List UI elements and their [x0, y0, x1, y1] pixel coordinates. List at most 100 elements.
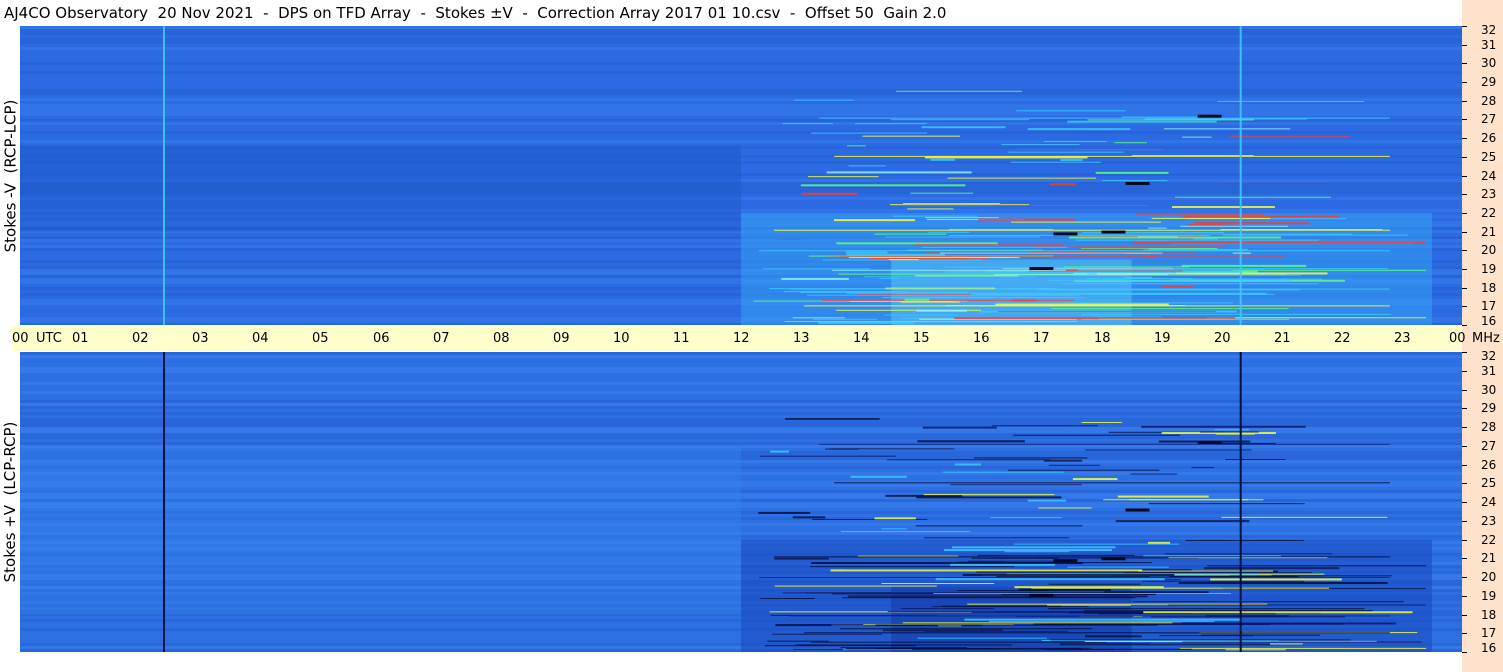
- mhz-tick-label: 20: [1481, 570, 1497, 584]
- streak: [941, 605, 1062, 607]
- utc-tick-label: 23: [1394, 331, 1411, 346]
- streak: [1062, 283, 1319, 285]
- band: [20, 412, 1462, 415]
- streak: [818, 321, 915, 324]
- band: [20, 421, 1462, 424]
- mhz-tick-label: 31: [1481, 364, 1497, 378]
- mhz-tick-mark: [1462, 465, 1467, 466]
- mhz-tick-label: 17: [1481, 299, 1497, 313]
- streak: [1200, 431, 1259, 433]
- streak: [891, 119, 1030, 121]
- band: [20, 29, 1462, 32]
- band: [20, 415, 1462, 418]
- mhz-tick-mark: [1462, 352, 1467, 353]
- streak: [821, 299, 1074, 301]
- streak: [763, 268, 871, 270]
- mhz-tick-label: 25: [1481, 150, 1497, 164]
- streak: [950, 563, 1055, 566]
- streak: [922, 426, 997, 429]
- streak: [978, 218, 1076, 221]
- streak: [1027, 499, 1067, 502]
- streak: [792, 317, 845, 319]
- streak: [1142, 580, 1305, 582]
- streak: [1085, 449, 1252, 451]
- utc-tick-label: 15: [913, 331, 930, 346]
- streak: [921, 246, 1068, 248]
- band: [20, 53, 1462, 56]
- streak: [1029, 593, 1054, 597]
- streak: [834, 155, 1390, 157]
- streak: [992, 557, 1039, 559]
- band: [20, 80, 1462, 83]
- band: [20, 140, 1462, 143]
- streak: [923, 537, 1070, 539]
- streak: [925, 217, 999, 219]
- streak: [1063, 266, 1190, 268]
- utc-tick-label: 06: [373, 331, 390, 346]
- mhz-tick-label: 26: [1481, 131, 1497, 145]
- mhz-tick-label: 18: [1481, 281, 1497, 295]
- mhz-tick-label: 31: [1481, 38, 1497, 52]
- band: [20, 131, 1462, 134]
- streak: [1210, 578, 1342, 581]
- mhz-tick-mark: [1462, 288, 1467, 289]
- streak: [997, 311, 1216, 313]
- utc-tick-label: 20: [1214, 331, 1231, 346]
- streak: [1194, 222, 1310, 225]
- band: [20, 47, 1462, 50]
- mhz-tick-mark: [1462, 446, 1467, 447]
- band: [20, 83, 1462, 86]
- quiet-region: [20, 445, 741, 615]
- mhz-tick-label: 22: [1481, 533, 1497, 547]
- mhz-tick-label: 18: [1481, 608, 1497, 622]
- streak: [893, 215, 978, 217]
- mhz-tick-label: 29: [1481, 401, 1497, 415]
- band: [20, 44, 1462, 47]
- utc-tick-label: 05: [312, 331, 329, 346]
- mhz-tick-mark: [1462, 101, 1467, 102]
- band: [20, 391, 1462, 394]
- mhz-tick-mark: [1462, 390, 1467, 391]
- band: [20, 110, 1462, 113]
- mhz-tick-mark: [1462, 250, 1467, 251]
- band: [20, 95, 1462, 98]
- streak: [879, 277, 899, 279]
- streak: [995, 303, 1169, 306]
- streak: [1027, 128, 1131, 131]
- mhz-tick-label: 30: [1481, 383, 1497, 397]
- band: [20, 406, 1462, 409]
- streak: [1048, 464, 1100, 466]
- streak: [1160, 286, 1195, 288]
- mhz-tick-label: 24: [1481, 169, 1497, 183]
- streak: [804, 305, 1390, 307]
- streak: [836, 242, 998, 245]
- mhz-tick-label: 25: [1481, 476, 1497, 490]
- streak: [1181, 264, 1307, 267]
- band: [20, 361, 1462, 364]
- streak: [863, 276, 1036, 278]
- band: [20, 104, 1462, 107]
- streak: [1171, 206, 1275, 209]
- band: [20, 38, 1462, 41]
- streak: [1069, 236, 1281, 239]
- streak: [799, 291, 933, 293]
- streak: [1115, 520, 1250, 523]
- streak: [977, 554, 1135, 556]
- streak: [917, 637, 1047, 639]
- band: [20, 59, 1462, 62]
- streak: [874, 648, 1001, 650]
- streak: [1187, 224, 1223, 226]
- streak: [1077, 248, 1149, 250]
- streak: [767, 640, 829, 642]
- streak: [1027, 251, 1197, 253]
- streak: [1172, 622, 1397, 625]
- streak: [881, 582, 995, 584]
- utc-tick-label: 01: [72, 331, 89, 346]
- mhz-tick-label: 29: [1481, 75, 1497, 89]
- streak: [884, 236, 1041, 238]
- spectrogram-top: [20, 26, 1462, 325]
- streak: [874, 517, 916, 520]
- streak: [1044, 140, 1107, 142]
- utc-tick-label: 13: [793, 331, 810, 346]
- streak: [1053, 559, 1078, 563]
